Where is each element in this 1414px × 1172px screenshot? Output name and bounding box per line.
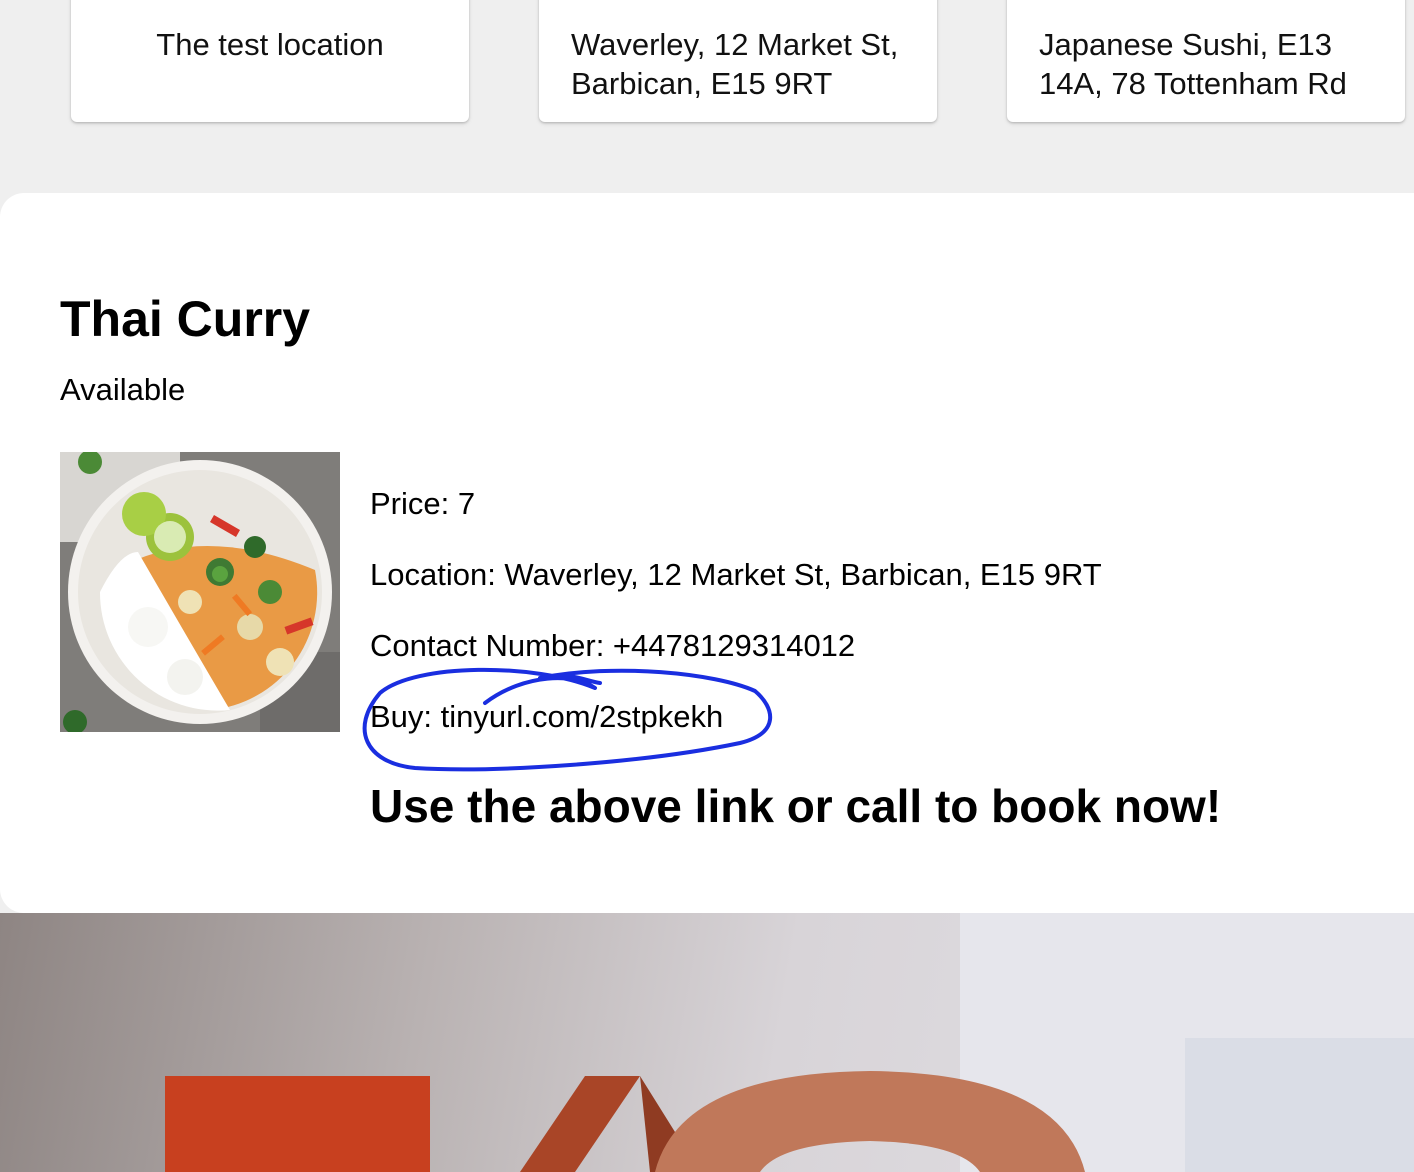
thai-curry-photo bbox=[60, 452, 340, 732]
location-card-japanese-sushi[interactable]: Japanese Sushi, E13 14A, 78 Tottenham Rd bbox=[1007, 0, 1405, 122]
availability-status: Available bbox=[60, 372, 186, 407]
location-card-line2: 14A, 78 Tottenham Rd bbox=[1039, 66, 1347, 101]
location-card-line1: Waverley, 12 Market St, bbox=[571, 27, 899, 62]
location-text: Location: Waverley, 12 Market St, Barbic… bbox=[370, 557, 1102, 592]
location-cards-row: The test location Waverley, 12 Market St… bbox=[0, 0, 1414, 192]
location-card-line1: Japanese Sushi, E13 bbox=[1039, 27, 1332, 62]
faq-banner bbox=[0, 913, 1414, 1172]
product-title: Thai Curry bbox=[60, 291, 311, 347]
price-text: Price: 7 bbox=[370, 486, 476, 521]
location-card-line2: Barbican, E15 9RT bbox=[571, 66, 833, 101]
booking-call-to-action: Use the above link or call to book now! bbox=[370, 780, 1222, 832]
faq-logo-graphic bbox=[165, 1071, 1085, 1172]
product-detail-panel: Thai Curry Available Price: 7 Location: … bbox=[0, 193, 1414, 913]
contact-number-text[interactable]: Contact Number: +4478129314012 bbox=[370, 626, 855, 666]
location-card-test[interactable]: The test location bbox=[71, 0, 469, 122]
location-card-waverley[interactable]: Waverley, 12 Market St, Barbican, E15 9R… bbox=[539, 0, 937, 122]
buy-link[interactable]: Buy: tinyurl.com/2stpkekh bbox=[370, 697, 723, 737]
location-card-label: The test location bbox=[156, 27, 384, 62]
